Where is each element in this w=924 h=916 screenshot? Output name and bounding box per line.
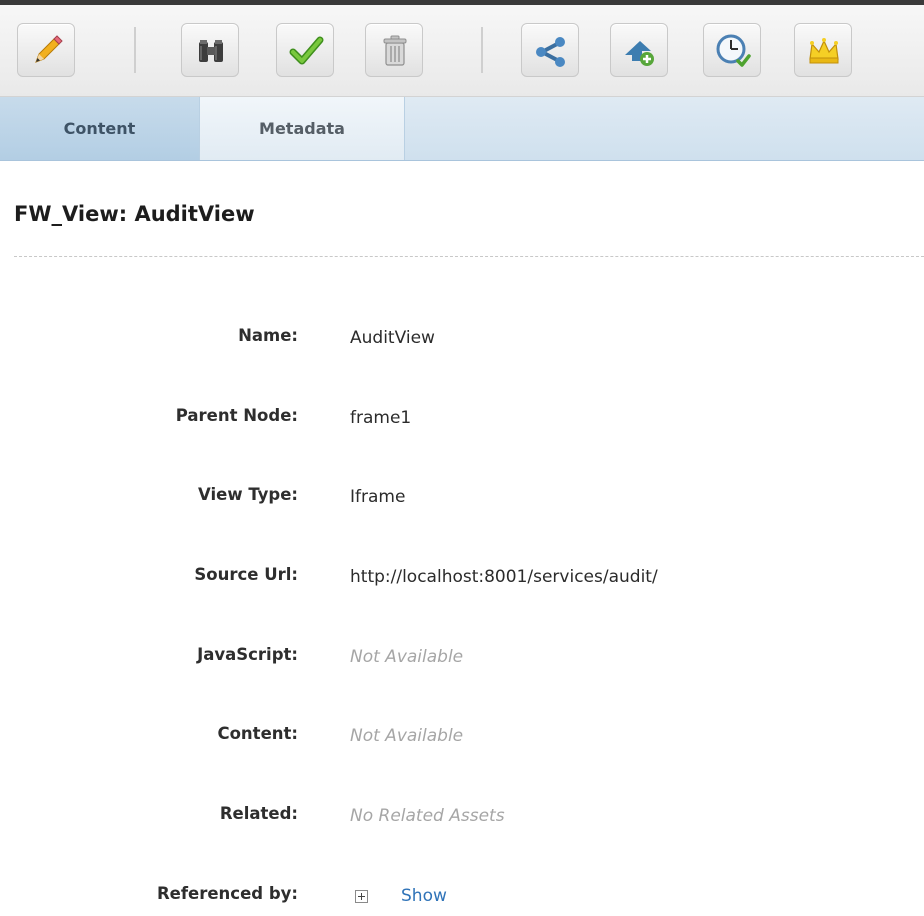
field-row-parent-node: Parent Node: frame1	[0, 398, 924, 438]
checkmark-icon	[289, 36, 324, 65]
history-button[interactable]	[703, 23, 761, 77]
trash-icon	[383, 35, 407, 66]
field-value: Not Available	[350, 647, 464, 667]
delete-button[interactable]	[365, 23, 423, 77]
field-label: Referenced by:	[156, 884, 298, 903]
field-label: Parent Node:	[175, 406, 298, 425]
field-row-content: Content: Not Available	[0, 716, 924, 756]
crown-icon	[809, 38, 839, 64]
tab-metadata[interactable]: Metadata	[200, 97, 405, 160]
expand-plus-icon[interactable]	[355, 890, 368, 903]
toolbar	[0, 5, 924, 97]
field-row-name: Name: AuditView	[0, 318, 924, 358]
field-label: Content:	[217, 724, 298, 743]
tab-bar: Content Metadata	[0, 97, 924, 161]
field-row-referenced-by: Referenced by: Show	[0, 876, 924, 916]
edit-button[interactable]	[17, 23, 75, 77]
field-label: JavaScript:	[197, 645, 298, 664]
history-icon	[716, 34, 751, 67]
field-value: http://localhost:8001/services/audit/	[350, 567, 658, 587]
field-value: Not Available	[350, 726, 464, 746]
field-row-javascript: JavaScript: Not Available	[0, 637, 924, 677]
approve-button[interactable]	[276, 23, 334, 77]
field-row-related: Related: No Related Assets	[0, 796, 924, 836]
field-row-source-url: Source Url: http://localhost:8001/servic…	[0, 557, 924, 597]
field-value: Iframe	[350, 487, 406, 507]
add-bookmark-icon	[625, 41, 654, 66]
add-bookmark-button[interactable]	[610, 23, 668, 77]
show-referenced-by-link[interactable]: Show	[401, 886, 447, 906]
toolbar-separator	[134, 27, 136, 73]
field-value: AuditView	[350, 328, 435, 348]
share-icon	[536, 37, 565, 67]
share-button[interactable]	[521, 23, 579, 77]
binoculars-icon	[199, 40, 223, 62]
favorite-button[interactable]	[794, 23, 852, 77]
pencil-icon	[35, 35, 63, 63]
field-value: No Related Assets	[350, 806, 505, 826]
title-divider	[14, 256, 924, 257]
field-label: View Type:	[198, 485, 298, 504]
toolbar-separator	[481, 27, 483, 73]
field-label: Source Url:	[194, 565, 298, 584]
page-title: FW_View: AuditView	[14, 202, 255, 226]
field-label: Name:	[238, 326, 298, 345]
find-button[interactable]	[181, 23, 239, 77]
field-row-view-type: View Type: Iframe	[0, 477, 924, 517]
field-value: frame1	[350, 408, 412, 428]
field-label: Related:	[219, 804, 298, 823]
tab-content[interactable]: Content	[0, 97, 200, 160]
